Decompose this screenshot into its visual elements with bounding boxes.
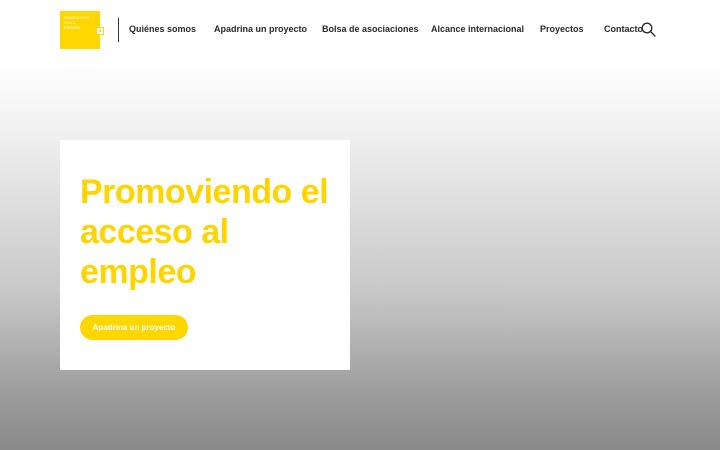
search-icon[interactable] (641, 22, 656, 37)
site-header: FUNDACIÓN VINCI ESPAÑA Quiénes somos Apa… (0, 0, 720, 62)
logo-mark-icon (96, 27, 104, 35)
nav-item-contacto[interactable]: Contacto (604, 24, 643, 34)
nav-item-alcance-internacional[interactable]: Alcance internacional (431, 24, 524, 34)
logo[interactable]: FUNDACIÓN VINCI ESPAÑA (60, 11, 104, 49)
header-divider (118, 18, 119, 42)
logo-line: ESPAÑA (64, 25, 81, 30)
nav-item-quienes-somos[interactable]: Quiénes somos (129, 24, 196, 34)
hero-card: Promoviendo el acceso al empleo Apadrina… (60, 140, 350, 370)
hero-title: Promoviendo el acceso al empleo (80, 173, 329, 291)
nav-item-bolsa-asociaciones[interactable]: Bolsa de asociaciones (322, 24, 419, 34)
apadrina-proyecto-button[interactable]: Apadrina un proyecto (80, 315, 188, 340)
logo-text: FUNDACIÓN VINCI ESPAÑA (64, 15, 100, 30)
nav-item-proyectos[interactable]: Proyectos (540, 24, 584, 34)
nav-item-apadrina[interactable]: Apadrina un proyecto (214, 24, 307, 34)
